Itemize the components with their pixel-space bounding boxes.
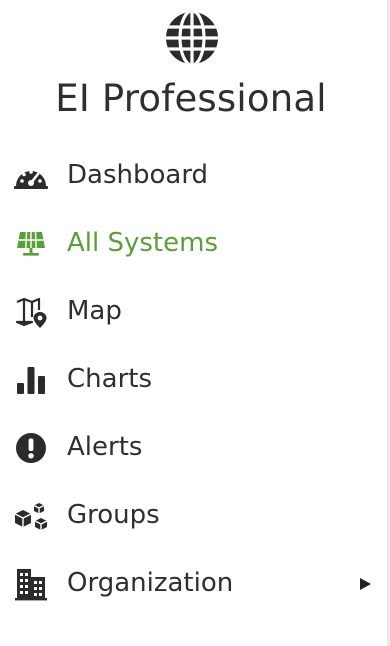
bar-chart-icon xyxy=(13,363,49,397)
sidebar-item-all-systems[interactable]: All Systems xyxy=(0,210,387,278)
cubes-icon xyxy=(13,499,49,533)
sidebar: EI Professional Dashboard All Systems Ma… xyxy=(0,0,390,646)
sidebar-item-charts[interactable]: Charts xyxy=(0,346,387,414)
map-marker-icon xyxy=(13,295,49,329)
chevron-right-icon[interactable] xyxy=(360,578,371,590)
sidebar-item-label: Groups xyxy=(67,500,160,530)
sidebar-item-label: Organization xyxy=(67,568,234,598)
solar-panel-icon xyxy=(13,227,49,261)
exclamation-circle-icon xyxy=(13,431,49,465)
sidebar-item-label: Charts xyxy=(67,364,152,394)
sidebar-item-label: Alerts xyxy=(67,432,143,462)
sidebar-item-map[interactable]: Map xyxy=(0,278,387,346)
sidebar-item-label: All Systems xyxy=(67,228,218,258)
sidebar-item-label: Map xyxy=(67,296,122,326)
brand-header: EI Professional xyxy=(0,0,387,130)
sidebar-nav: Dashboard All Systems Map Charts Alerts … xyxy=(0,142,387,618)
sidebar-item-dashboard[interactable]: Dashboard xyxy=(0,142,387,210)
sidebar-item-organization[interactable]: Organization xyxy=(0,550,387,618)
app-title: EI Professional xyxy=(55,77,327,120)
sidebar-item-label: Dashboard xyxy=(67,160,209,190)
sidebar-item-groups[interactable]: Groups xyxy=(0,482,387,550)
speedometer-icon xyxy=(13,159,49,193)
building-icon xyxy=(13,567,49,601)
sidebar-item-alerts[interactable]: Alerts xyxy=(0,414,387,482)
globe-icon xyxy=(164,10,220,66)
